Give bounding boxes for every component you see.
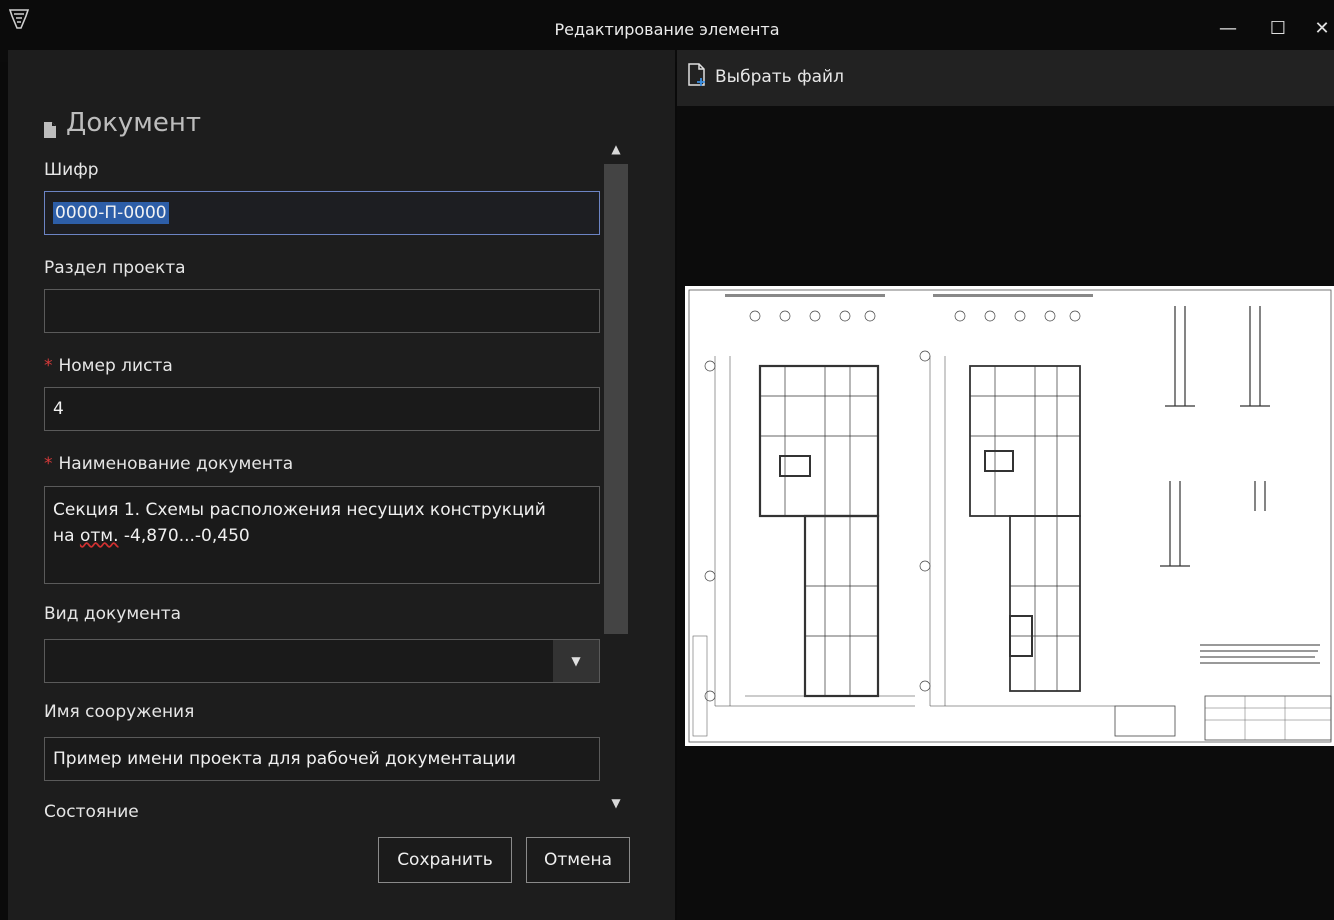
file-add-icon <box>687 62 707 92</box>
section-part-input[interactable] <box>44 289 600 333</box>
doc-type-label: Вид документа <box>44 604 182 624</box>
doc-type-select[interactable]: ▼ <box>44 639 600 683</box>
state-label: Состояние <box>44 802 139 820</box>
required-mark: * <box>44 454 53 474</box>
section-part-label: Раздел проекта <box>44 258 186 278</box>
doc-name-line2: на отм. -4,870...-0,450 <box>53 526 250 546</box>
scroll-up-icon[interactable]: ▲ <box>602 134 630 164</box>
structure-name-input[interactable]: Пример имени проекта для рабочей докумен… <box>44 737 600 781</box>
maximize-button[interactable]: ☐ <box>1262 14 1294 44</box>
window-title: Редактирование элемента <box>554 20 780 39</box>
document-preview-image <box>685 286 1334 746</box>
doc-name-label: * Наименование документа <box>44 454 294 474</box>
sheet-number-label: * Номер листа <box>44 356 173 376</box>
sheet-number-input[interactable]: 4 <box>44 387 600 431</box>
code-input[interactable]: 0000-П-0000 <box>44 191 600 235</box>
code-value: 0000-П-0000 <box>53 202 169 224</box>
chevron-down-icon[interactable]: ▼ <box>553 640 599 682</box>
minimize-button[interactable]: — <box>1212 14 1244 44</box>
structure-name-label: Имя сооружения <box>44 702 195 722</box>
form-scrollbar[interactable]: ▲ ▼ <box>602 134 630 818</box>
document-icon <box>44 115 56 138</box>
choose-file-label: Выбрать файл <box>715 67 844 87</box>
form-scroll-area: Шифр 0000-П-0000 Раздел проекта * Номер л… <box>8 134 608 820</box>
code-label: Шифр <box>44 160 99 180</box>
choose-file-button[interactable]: Выбрать файл <box>687 62 844 92</box>
scroll-thumb[interactable] <box>604 164 628 634</box>
preview-panel: Выбрать файл <box>677 50 1334 920</box>
doc-name-line1: Секция 1. Схемы расположения несущих кон… <box>53 500 546 520</box>
required-mark: * <box>44 356 53 376</box>
cancel-button[interactable]: Отмена <box>526 837 630 883</box>
doc-name-textarea[interactable]: Секция 1. Схемы расположения несущих кон… <box>44 486 600 584</box>
scroll-down-icon[interactable]: ▼ <box>602 788 630 818</box>
misspelled-word: отм. <box>79 526 119 546</box>
close-button[interactable]: ✕ <box>1306 14 1334 44</box>
preview-toolbar: Выбрать файл <box>677 50 1334 106</box>
form-panel: Документ Шифр 0000-П-0000 Раздел проекта… <box>8 50 675 920</box>
save-button[interactable]: Сохранить <box>378 837 512 883</box>
